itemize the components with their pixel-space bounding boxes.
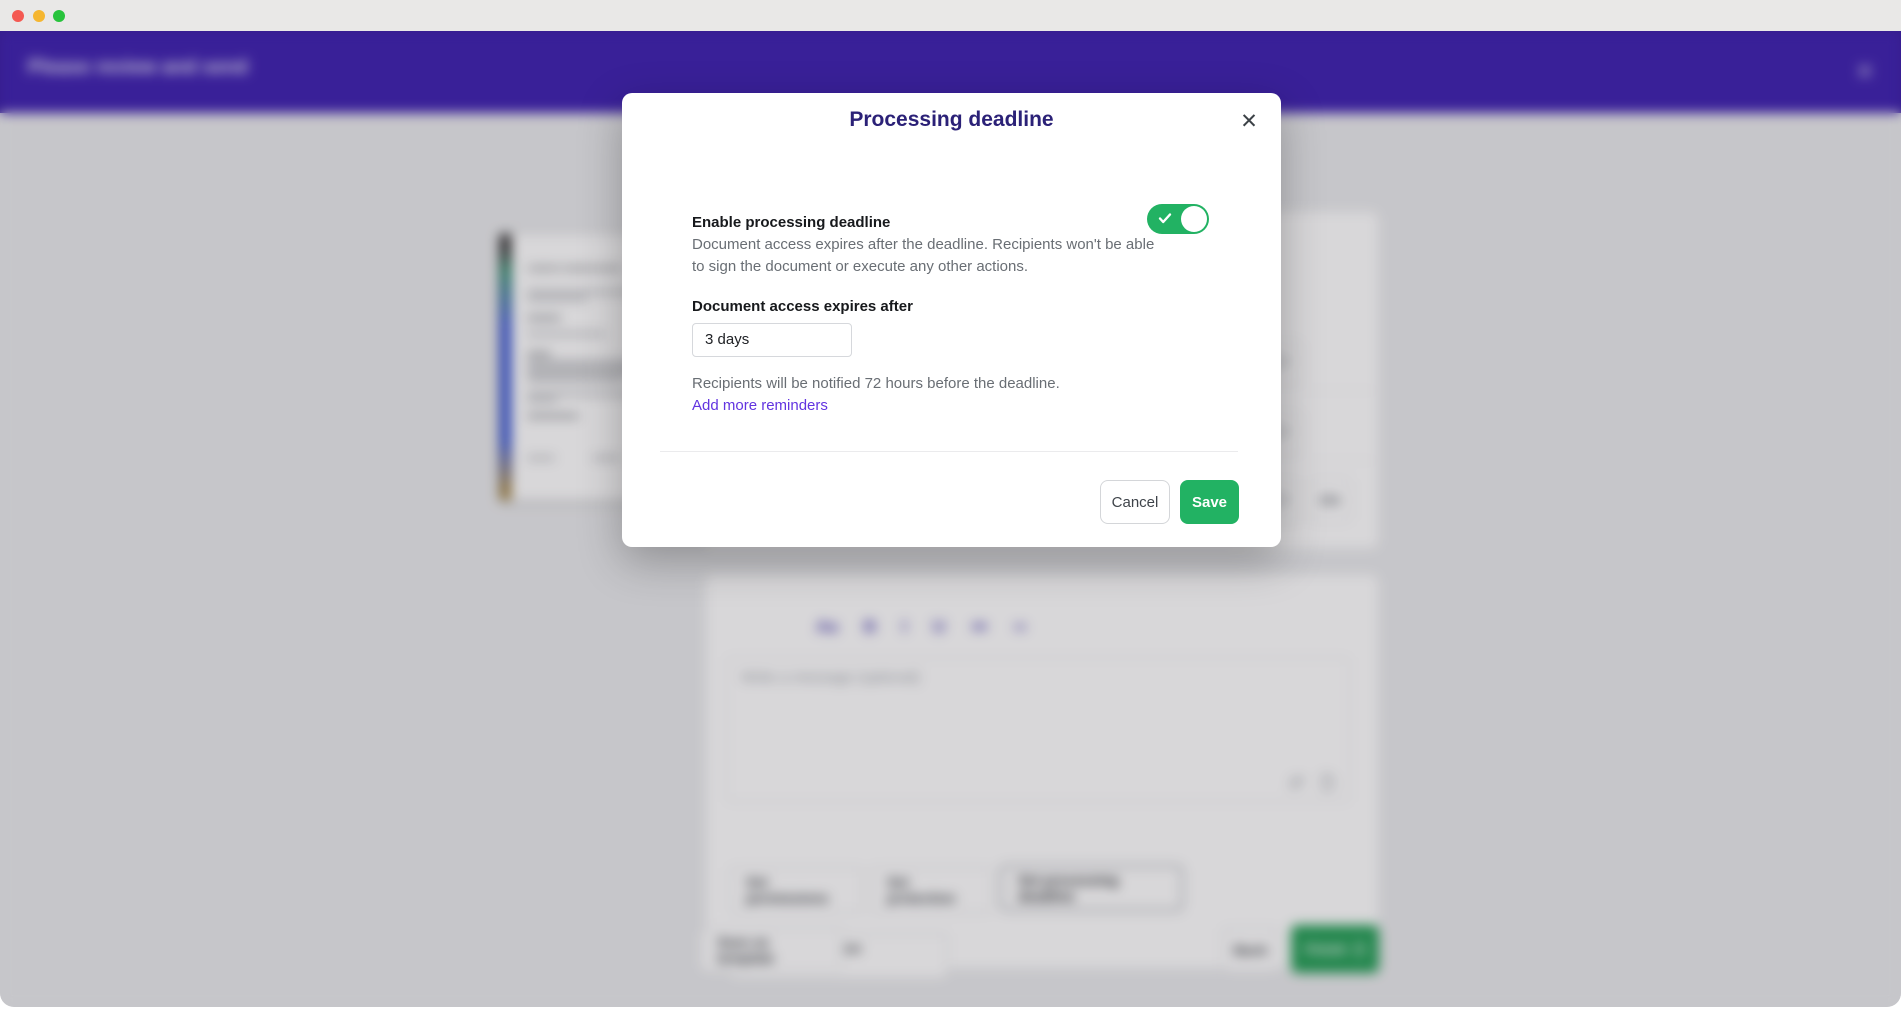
macos-titlebar: [0, 0, 1901, 31]
app-window: Please review and send ✕ COMPANY MEMORAN…: [0, 0, 1901, 1007]
expires-after-select[interactable]: 3 days: [692, 323, 852, 357]
cancel-button[interactable]: Cancel: [1100, 480, 1170, 524]
enable-deadline-label: Enable processing deadline: [692, 214, 890, 231]
toggle-knob: [1181, 206, 1207, 232]
dialog-title: Processing deadline: [622, 108, 1281, 132]
check-icon: [1158, 212, 1172, 225]
processing-deadline-dialog: Processing deadline ✕ Enable processing …: [622, 93, 1281, 547]
enable-deadline-description: Document access expires after the deadli…: [692, 234, 1170, 278]
save-label: Save: [1192, 494, 1227, 511]
close-traffic-light-icon[interactable]: [12, 10, 24, 22]
enable-deadline-toggle[interactable]: [1147, 204, 1209, 234]
cancel-label: Cancel: [1112, 494, 1159, 511]
zoom-traffic-light-icon[interactable]: [53, 10, 65, 22]
minimize-traffic-light-icon[interactable]: [33, 10, 45, 22]
save-button[interactable]: Save: [1180, 480, 1239, 524]
expires-after-label: Document access expires after: [692, 298, 913, 315]
reminder-note: Recipients will be notified 72 hours bef…: [692, 375, 1060, 392]
close-icon[interactable]: ✕: [1235, 107, 1263, 135]
dialog-divider: [660, 451, 1238, 452]
add-more-reminders-link[interactable]: Add more reminders: [692, 397, 828, 414]
